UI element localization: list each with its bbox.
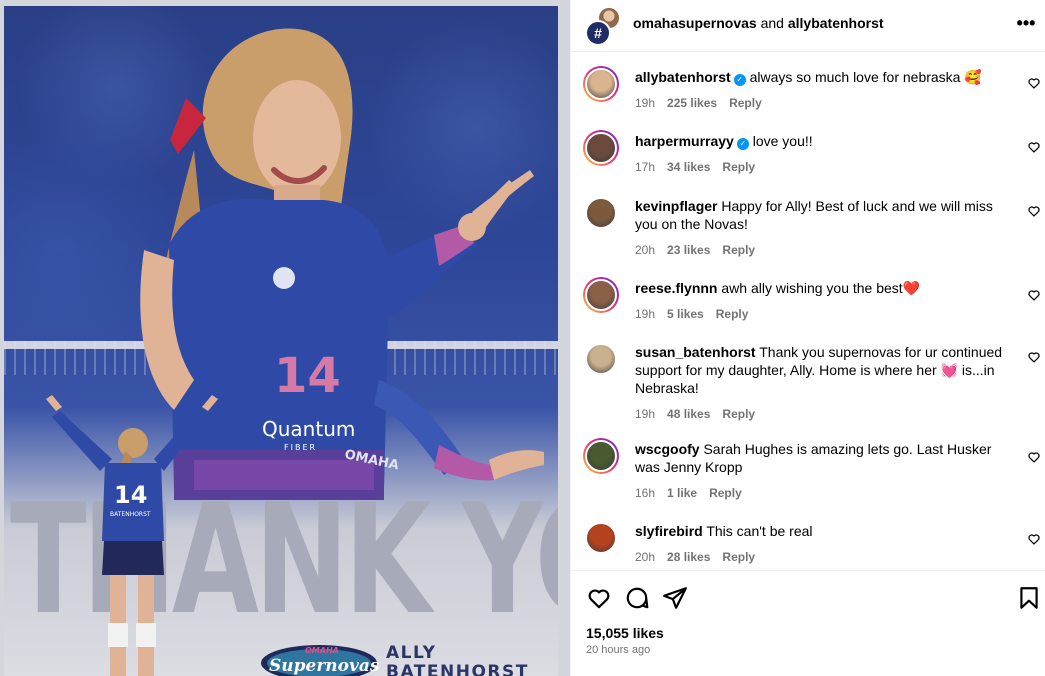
comment-meta: 19h 225 likes Reply — [635, 94, 1005, 112]
player-back-illustration: 14 BATENHORST — [46, 395, 218, 676]
comment-meta: 16h 1 like Reply — [635, 484, 1005, 502]
comment-body: reese.flynnn awh ally wishing you the be… — [635, 279, 1005, 323]
comment-body: wscgoofy Sarah Hughes is amazing lets go… — [635, 440, 1005, 502]
comment-likes[interactable]: 34 likes — [667, 160, 710, 174]
comment-text: This can't be real — [706, 523, 813, 539]
comment-body: allybatenhorst ✓ always so much love for … — [635, 68, 1005, 112]
more-options-icon[interactable]: ••• — [1014, 12, 1038, 36]
comment-likes[interactable]: 1 like — [667, 486, 697, 500]
comment-like-heart-icon[interactable] — [1027, 532, 1041, 546]
post-actions: 15,055 likes 20 hours ago — [571, 570, 1045, 676]
svg-text:Supernovas: Supernovas — [269, 656, 379, 676]
verified-badge-icon: ✓ — [733, 74, 746, 86]
reply-button[interactable]: Reply — [722, 550, 755, 564]
verified-badge-icon: ✓ — [736, 138, 749, 150]
svg-text:14: 14 — [114, 481, 147, 509]
avatar[interactable] — [583, 130, 619, 166]
jersey-name-back: BATENHORST — [110, 511, 151, 518]
comment-like-heart-icon[interactable] — [1027, 204, 1041, 218]
paper-plane-icon[interactable] — [662, 585, 688, 611]
comment-meta: 20h 28 likes Reply — [635, 548, 1005, 566]
comment-like-heart-icon[interactable] — [1027, 76, 1041, 90]
comment-time: 20h — [635, 550, 656, 564]
jersey-sponsor: Quantum — [262, 417, 355, 441]
comment-username[interactable]: kevinpflager — [635, 198, 717, 214]
avatar[interactable] — [583, 195, 619, 231]
comment-username[interactable]: harpermurrayy — [635, 133, 734, 149]
post-image[interactable]: 14 Quantum FIBER OMAHA THANK YOU 14 BATE… — [0, 0, 570, 676]
avatar[interactable] — [583, 66, 619, 102]
comment-bubble-icon[interactable] — [624, 585, 650, 611]
comment-likes[interactable]: 225 likes — [667, 96, 717, 110]
comment-meta: 19h 5 likes Reply — [635, 305, 1005, 323]
comment-like-heart-icon[interactable] — [1027, 288, 1041, 302]
avatar[interactable] — [583, 520, 619, 556]
svg-text:OMAHA: OMAHA — [305, 646, 339, 655]
comment-like-heart-icon[interactable] — [1027, 450, 1041, 464]
comment-like-heart-icon[interactable] — [1027, 350, 1041, 364]
comment-likes[interactable]: 5 likes — [667, 307, 704, 321]
comment-body: harpermurrayy ✓ love you!! 17h 34 likes Repl… — [635, 132, 1005, 176]
team-avatar[interactable]: # — [585, 20, 611, 46]
reply-button[interactable]: Reply — [722, 160, 755, 174]
comment-username[interactable]: wscgoofy — [635, 441, 700, 457]
comment-like-heart-icon[interactable] — [1027, 140, 1041, 154]
avatar[interactable] — [583, 341, 619, 377]
comments-list[interactable]: allybatenhorst ✓ always so much love for … — [571, 52, 1045, 570]
post-details-panel: # omahasupernovas and allybatenhorst •••… — [570, 0, 1045, 676]
jersey-number: 14 — [274, 348, 341, 404]
comment-body: kevinpflager Happy for Ally! Best of luc… — [635, 197, 1005, 259]
collab-avatars[interactable]: # — [583, 6, 623, 46]
comment-username[interactable]: allybatenhorst — [635, 69, 731, 85]
author-link-primary[interactable]: omahasupernovas — [633, 15, 757, 31]
authors-joiner: and — [760, 15, 784, 31]
post-header: # omahasupernovas and allybatenhorst ••• — [571, 0, 1045, 52]
reply-button[interactable]: Reply — [722, 407, 755, 421]
comment-body: slyfirebird This can't be real 20h 28 like… — [635, 522, 1005, 566]
comment-username[interactable]: slyfirebird — [635, 523, 703, 539]
comment-time: 19h — [635, 96, 656, 110]
comment-likes[interactable]: 48 likes — [667, 407, 710, 421]
heart-outline-icon[interactable] — [586, 585, 612, 611]
post-timestamp: 20 hours ago — [586, 644, 651, 656]
comment-text: always so much love for nebraska 🥰 — [749, 69, 982, 85]
reply-button[interactable]: Reply — [716, 307, 749, 321]
comment-meta: 19h 48 likes Reply — [635, 405, 1005, 423]
author-link-secondary[interactable]: allybatenhorst — [788, 15, 884, 31]
comment-text: love you!! — [752, 133, 813, 149]
post-authors: omahasupernovas and allybatenhorst — [633, 15, 884, 31]
comment-body: susan_batenhorst Thank you supernovas fo… — [635, 343, 1005, 423]
comment-time: 19h — [635, 407, 656, 421]
omaha-supernovas-logo: OMAHA Supernovas — [261, 645, 379, 676]
jersey-sponsor-sub: FIBER — [284, 443, 317, 452]
comment-text: awh ally wishing you the best❤️ — [721, 280, 921, 296]
comment-meta: 20h 23 likes Reply — [635, 241, 1005, 259]
comment-likes[interactable]: 28 likes — [667, 550, 710, 564]
avatar[interactable] — [583, 277, 619, 313]
reply-button[interactable]: Reply — [729, 96, 762, 110]
likes-count[interactable]: 15,055 likes — [586, 625, 664, 641]
comment-time: 17h — [635, 160, 656, 174]
comment-username[interactable]: susan_batenhorst — [635, 344, 756, 360]
comment-time: 16h — [635, 486, 656, 500]
bookmark-icon[interactable] — [1016, 585, 1042, 611]
reply-button[interactable]: Reply — [722, 243, 755, 257]
comment-time: 19h — [635, 307, 656, 321]
comment-time: 20h — [635, 243, 656, 257]
comment-username[interactable]: reese.flynnn — [635, 280, 717, 296]
thank-you-poster: 14 Quantum FIBER OMAHA THANK YOU 14 BATE… — [4, 6, 558, 676]
reply-button[interactable]: Reply — [709, 486, 742, 500]
avatar[interactable] — [583, 438, 619, 474]
player-name-caption: ALLY BATENHORST — [386, 643, 529, 676]
comment-meta: 17h 34 likes Reply — [635, 158, 1005, 176]
comment-likes[interactable]: 23 likes — [667, 243, 710, 257]
